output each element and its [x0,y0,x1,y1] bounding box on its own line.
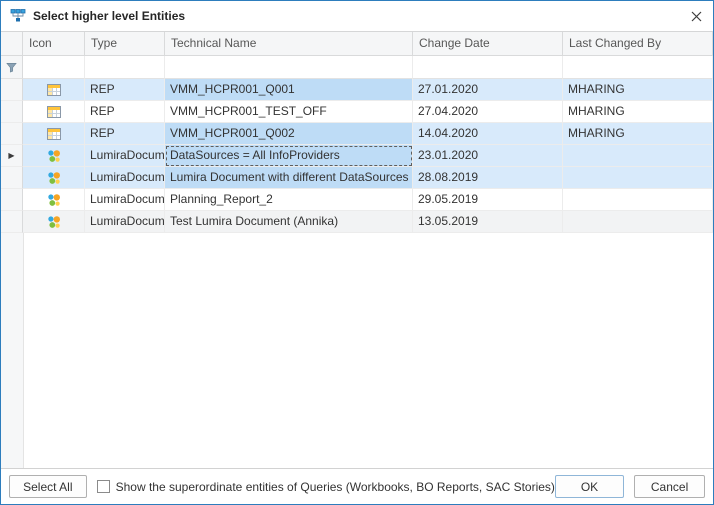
cell-change-date[interactable]: 14.04.2020 [413,123,563,145]
cell-last-changed-by[interactable] [563,211,713,233]
grid-filter-row [1,56,713,79]
row-indicator-cell [1,167,23,189]
grid-row[interactable]: LumiraDocum...Lumira Document with diffe… [1,167,713,189]
filter-input-change-date[interactable] [413,56,563,79]
grid-row[interactable]: LumiraDocum...Planning_Report_229.05.201… [1,189,713,211]
lumira-icon [23,145,85,167]
cell-last-changed-by[interactable] [563,167,713,189]
close-button[interactable] [679,1,713,31]
superordinate-checkbox-wrap[interactable]: Show the superordinate entities of Queri… [97,480,555,494]
grid-row[interactable]: REPVMM_HCPR001_Q00214.04.2020MHARING [1,123,713,145]
grid-row[interactable]: ▶ LumiraDocum...DataSources = All InfoPro… [1,145,713,167]
title-bar: Select higher level Entities [1,1,713,31]
column-header-last-changed-by[interactable]: Last Changed By [563,32,713,56]
report-icon [23,101,85,123]
dialog-title: Select higher level Entities [33,9,185,23]
grid-empty-area [1,233,713,468]
cell-change-date[interactable]: 23.01.2020 [413,145,563,167]
row-indicator-cell [1,79,23,101]
grid-header-row: IconTypeTechnical NameChange DateLast Ch… [1,32,713,56]
row-indicator-cell [1,211,23,233]
cell-technical-name[interactable]: VMM_HCPR001_Q001 [165,79,413,101]
cell-change-date[interactable]: 13.05.2019 [413,211,563,233]
lumira-icon [23,211,85,233]
lumira-icon [23,189,85,211]
cell-technical-name[interactable]: Test Lumira Document (Annika) [165,211,413,233]
cell-type[interactable]: REP [85,123,165,145]
cell-change-date[interactable]: 29.05.2019 [413,189,563,211]
report-icon [23,79,85,101]
footer-bar: Select All Show the superordinate entiti… [1,468,713,504]
current-row-indicator: ▶ [1,145,23,167]
cell-technical-name[interactable]: Planning_Report_2 [165,189,413,211]
cell-technical-name[interactable]: Lumira Document with different DataSourc… [165,167,413,189]
cell-type[interactable]: LumiraDocum... [85,189,165,211]
filter-input-icon[interactable] [23,56,85,79]
filter-input-last-changed-by[interactable] [563,56,713,79]
column-header-type[interactable]: Type [85,32,165,56]
cell-technical-name[interactable]: VMM_HCPR001_TEST_OFF [165,101,413,123]
cell-last-changed-by[interactable]: MHARING [563,123,713,145]
filter-input-type[interactable] [85,56,165,79]
superordinate-checkbox-label: Show the superordinate entities of Queri… [116,480,555,494]
cell-last-changed-by[interactable]: MHARING [563,101,713,123]
cell-type[interactable]: REP [85,79,165,101]
column-header-change-date[interactable]: Change Date [413,32,563,56]
cell-change-date[interactable]: 27.01.2020 [413,79,563,101]
cell-type[interactable]: REP [85,101,165,123]
row-indicator-cell [1,189,23,211]
filter-input-technical-name[interactable] [165,56,413,79]
row-indicator-cell [1,101,23,123]
cell-technical-name[interactable]: DataSources = All InfoProviders [165,145,413,167]
select-entities-dialog: Select higher level Entities IconTypeTec… [0,0,714,505]
cell-type[interactable]: LumiraDocum... [85,167,165,189]
report-icon [23,123,85,145]
grid-row[interactable]: LumiraDocum...Test Lumira Document (Anni… [1,211,713,233]
lumira-icon [23,167,85,189]
cell-technical-name[interactable]: VMM_HCPR001_Q002 [165,123,413,145]
cell-last-changed-by[interactable]: MHARING [563,79,713,101]
grid-row[interactable]: REPVMM_HCPR001_TEST_OFF27.04.2020MHARING [1,101,713,123]
superordinate-checkbox[interactable] [97,480,110,493]
column-header-icon[interactable]: Icon [23,32,85,56]
ok-button[interactable]: OK [555,475,624,498]
grid-body: REPVMM_HCPR001_Q00127.01.2020MHARINGREPV… [1,79,713,233]
row-indicator-cell [1,123,23,145]
cell-last-changed-by[interactable] [563,145,713,167]
cell-type[interactable]: LumiraDocum... [85,211,165,233]
header-indicator-cell [1,32,23,56]
cell-last-changed-by[interactable] [563,189,713,211]
entities-grid: IconTypeTechnical NameChange DateLast Ch… [1,31,713,468]
grid-row[interactable]: REPVMM_HCPR001_Q00127.01.2020MHARING [1,79,713,101]
column-header-technical-name[interactable]: Technical Name [165,32,413,56]
select-all-button[interactable]: Select All [9,475,87,498]
cell-change-date[interactable]: 28.08.2019 [413,167,563,189]
entities-icon [10,8,26,24]
filter-funnel-icon [1,56,23,79]
cell-type[interactable]: LumiraDocum... [85,145,165,167]
cancel-button[interactable]: Cancel [634,475,705,498]
cell-change-date[interactable]: 27.04.2020 [413,101,563,123]
